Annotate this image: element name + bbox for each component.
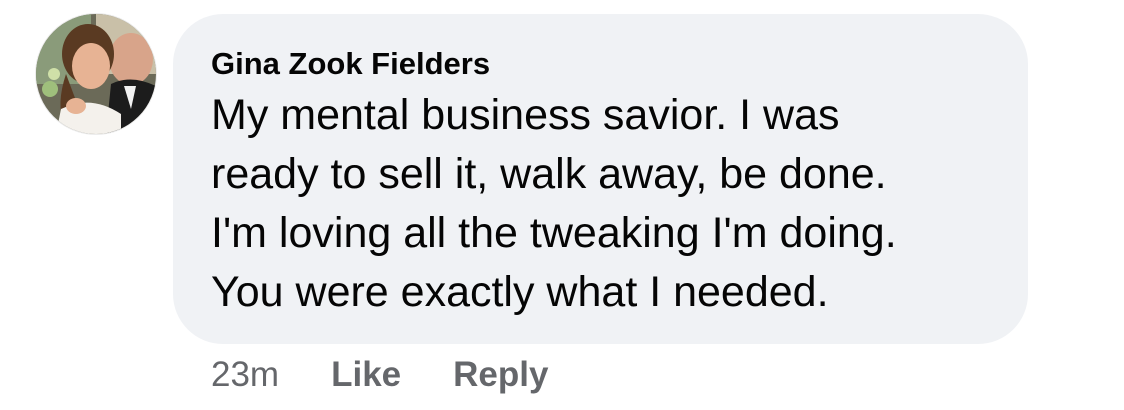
comment-text: My mental business savior. I was ready t… — [211, 91, 897, 316]
comment-bubble: Gina Zook Fielders My mental business sa… — [173, 14, 1028, 344]
comment-timestamp[interactable]: 23m — [211, 355, 279, 395]
profile-photo-icon — [36, 14, 156, 134]
reply-button[interactable]: Reply — [453, 355, 548, 395]
avatar[interactable] — [36, 14, 156, 134]
like-button[interactable]: Like — [331, 355, 401, 395]
comment-actions: 23m Like Reply — [211, 350, 600, 400]
comment-author-name[interactable]: Gina Zook Fielders — [211, 44, 998, 84]
